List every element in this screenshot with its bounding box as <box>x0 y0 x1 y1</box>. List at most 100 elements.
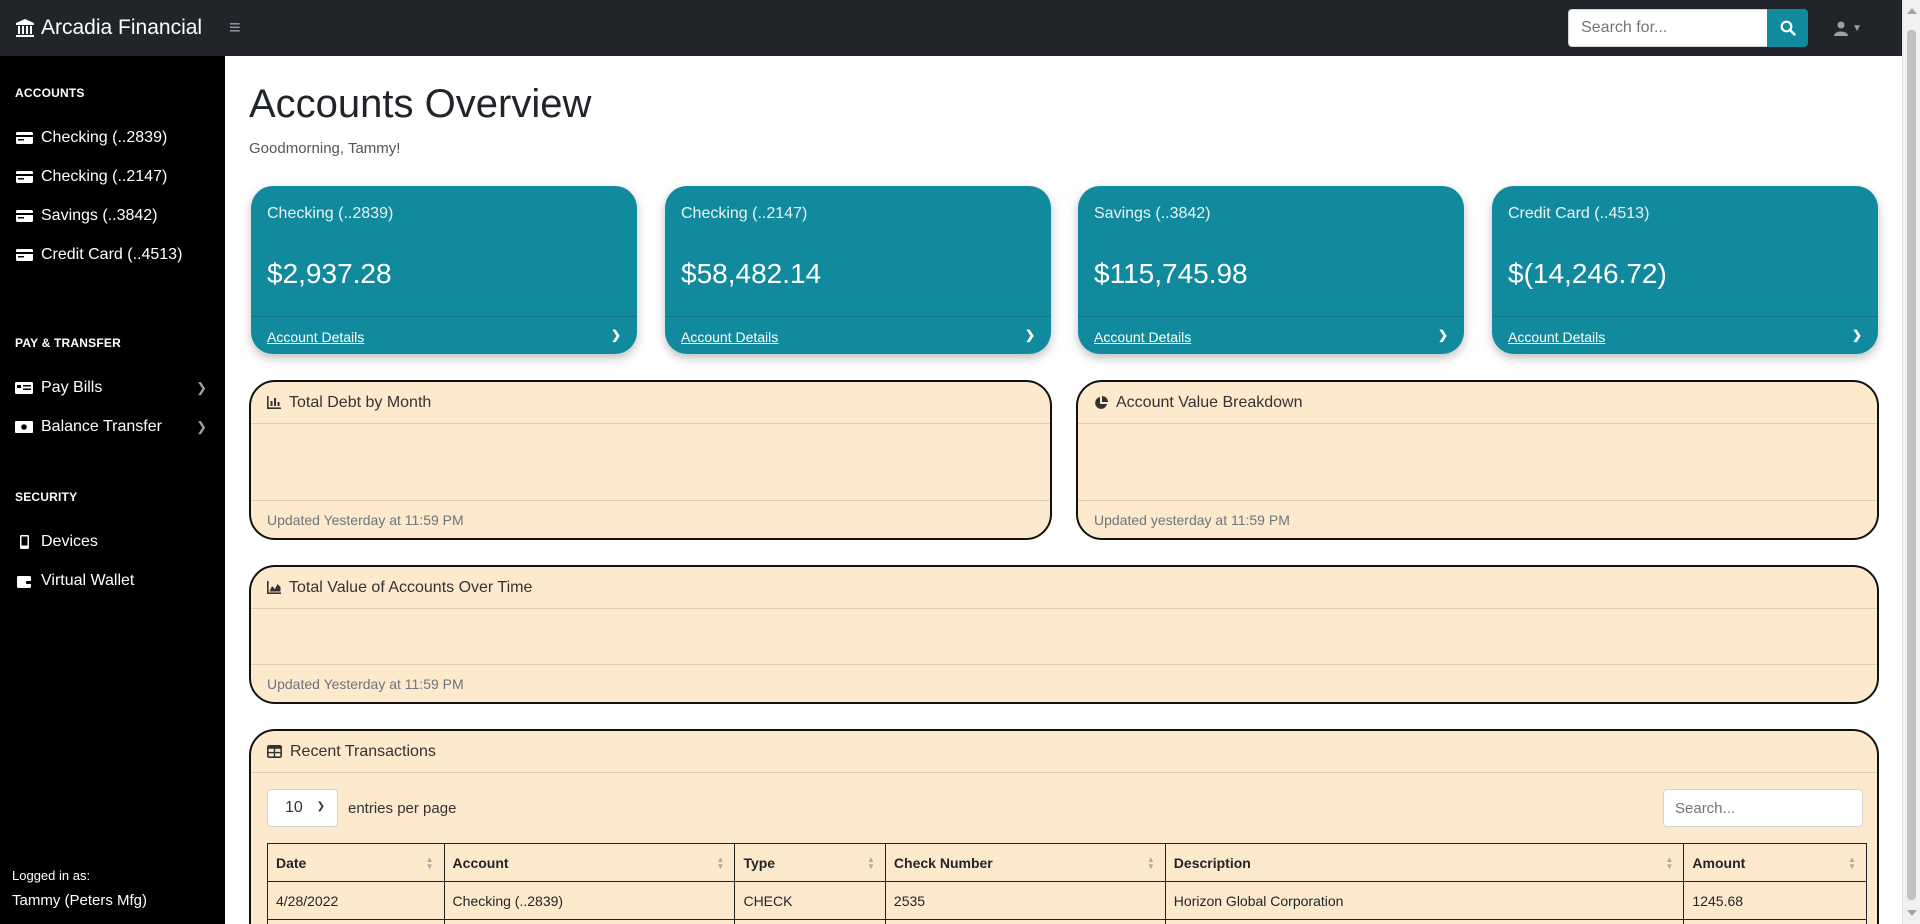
sidebar-heading-pay-transfer: PAY & TRANSFER <box>15 336 121 350</box>
entries-per-page: 10 ❯ entries per page <box>267 789 456 827</box>
panel-header: Account Value Breakdown <box>1078 382 1877 424</box>
account-card-balance: $58,482.14 <box>681 258 822 289</box>
column-header-type[interactable]: Type ▲ ▼ <box>734 843 886 882</box>
card-icon <box>15 249 33 261</box>
sidebar-item-label: Checking (..2147) <box>41 168 168 185</box>
cell-date: 4/28/2022 <box>267 881 445 920</box>
menu-toggle-icon[interactable]: ≡ <box>229 17 241 40</box>
chevron-down-icon: ▼ <box>1852 22 1862 34</box>
account-card-footer: Account Details ❯ <box>1078 316 1464 354</box>
account-card-savings-3842: Savings (..3842) $115,745.98 Account Det… <box>1078 186 1464 354</box>
chevron-right-icon: ❯ <box>196 419 207 434</box>
chevron-right-icon: ❯ <box>196 380 207 395</box>
chevron-right-icon[interactable]: ❯ <box>1025 328 1035 342</box>
cell-type: CHECK <box>734 881 886 920</box>
sidebar-heading-security: SECURITY <box>15 490 78 504</box>
account-value-breakdown-panel: Account Value Breakdown Updated yesterda… <box>1076 380 1879 540</box>
column-header-amount[interactable]: Amount ▲ ▼ <box>1683 843 1867 882</box>
account-details-link[interactable]: Account Details <box>1094 329 1191 345</box>
table-search-input[interactable] <box>1663 789 1863 827</box>
panel-updated: Updated Yesterday at 11:59 PM <box>251 664 1877 702</box>
table-row[interactable]: 4/28/2022 Checking (..2839) CHECK 2535 H… <box>267 881 1867 920</box>
cell-description: Horizon Global Corporation <box>1164 881 1685 920</box>
area-chart-icon <box>267 581 281 594</box>
chevron-right-icon[interactable]: ❯ <box>1438 328 1448 342</box>
sidebar-item-label: Credit Card (..4513) <box>41 246 183 263</box>
column-header-check-number[interactable]: Check Number ▲ ▼ <box>884 843 1166 882</box>
sidebar-item-label: Pay Bills <box>41 379 103 396</box>
column-header-date[interactable]: Date ▲ ▼ <box>267 843 445 882</box>
search-button[interactable] <box>1767 9 1809 47</box>
account-card-balance: $(14,246.72) <box>1508 258 1667 289</box>
account-card-balance: $115,745.98 <box>1094 258 1248 289</box>
scroll-down-icon[interactable] <box>1907 910 1917 916</box>
recent-transactions-panel: Recent Transactions 10 ❯ entries per pag… <box>249 729 1879 924</box>
greeting: Goodmorning, Tammy! <box>249 140 401 157</box>
sort-icon: ▲ ▼ <box>716 855 725 871</box>
account-details-link[interactable]: Account Details <box>681 329 778 345</box>
sidebar-item-label: Balance Transfer <box>41 418 162 435</box>
account-details-link[interactable]: Account Details <box>267 329 364 345</box>
sidebar-item-pay-bills[interactable]: Pay Bills ❯ <box>0 370 225 406</box>
account-card-name: Credit Card (..4513) <box>1508 205 1650 222</box>
cell-account: Checking (..2839) <box>443 881 736 920</box>
value-over-time-panel: Total Value of Accounts Over Time Update… <box>249 565 1879 704</box>
column-header-account[interactable]: Account ▲ ▼ <box>443 843 736 882</box>
sort-icon: ▲ ▼ <box>867 855 875 871</box>
top-navbar: Arcadia Financial ≡ ▼ <box>0 0 1902 56</box>
account-card-footer: Account Details ❯ <box>665 316 1051 354</box>
chevron-right-icon[interactable]: ❯ <box>611 328 621 342</box>
account-card-name: Checking (..2839) <box>267 205 394 222</box>
page-scrollbar[interactable] <box>1902 0 1920 924</box>
scroll-up-icon[interactable] <box>1907 8 1917 14</box>
sidebar-item-virtual-wallet[interactable]: Virtual Wallet <box>0 563 225 599</box>
sidebar-item-label: Checking (..2839) <box>41 129 168 146</box>
cell-check-number: 2535 <box>884 881 1166 920</box>
chevron-right-icon[interactable]: ❯ <box>1852 328 1862 342</box>
brand[interactable]: Arcadia Financial <box>0 0 225 56</box>
account-card-credit-card-4513: Credit Card (..4513) $(14,246.72) Accoun… <box>1492 186 1878 354</box>
bill-icon <box>15 382 33 394</box>
sidebar-item-checking-2839[interactable]: Checking (..2839) <box>0 120 225 156</box>
wallet-icon <box>15 575 33 588</box>
mobile-icon <box>15 535 33 549</box>
sort-icon: ▲ ▼ <box>1665 855 1674 871</box>
account-card-checking-2839: Checking (..2839) $2,937.28 Account Deta… <box>251 186 637 354</box>
sidebar-heading-accounts: ACCOUNTS <box>15 86 85 100</box>
panel-title: Recent Transactions <box>290 742 436 760</box>
entries-select[interactable]: 10 ❯ <box>267 789 338 827</box>
sidebar-item-label: Virtual Wallet <box>41 572 135 589</box>
money-icon <box>15 421 33 433</box>
entries-value: 10 <box>285 799 303 816</box>
account-card-checking-2147: Checking (..2147) $58,482.14 Account Det… <box>665 186 1051 354</box>
panel-header: Total Value of Accounts Over Time <box>251 567 1877 609</box>
card-icon <box>15 210 33 222</box>
panel-updated: Updated yesterday at 11:59 PM <box>1078 500 1877 538</box>
sidebar-item-balance-transfer[interactable]: Balance Transfer ❯ <box>0 409 225 445</box>
sidebar-item-checking-2147[interactable]: Checking (..2147) <box>0 159 225 195</box>
column-header-description[interactable]: Description ▲ ▼ <box>1164 843 1685 882</box>
sidebar-item-devices[interactable]: Devices <box>0 524 225 560</box>
scrollbar-thumb[interactable] <box>1907 30 1916 900</box>
debt-by-month-panel: Total Debt by Month Updated Yesterday at… <box>249 380 1052 540</box>
table-row[interactable] <box>267 919 1867 924</box>
transactions-table: Date ▲ ▼ Account ▲ ▼ Type ▲ ▼ Check Number ▲ ▼ D… <box>267 843 1867 924</box>
user-menu[interactable]: ▼ <box>1834 21 1862 36</box>
sidebar-item-credit-card-4513[interactable]: Credit Card (..4513) <box>0 237 225 273</box>
card-icon <box>15 171 33 183</box>
sidebar-item-savings-3842[interactable]: Savings (..3842) <box>0 198 225 234</box>
search-icon <box>1780 20 1796 36</box>
sidebar-item-label: Devices <box>41 533 98 550</box>
panel-header: Recent Transactions <box>251 731 1877 773</box>
card-icon <box>15 132 33 144</box>
entries-label: entries per page <box>348 799 457 817</box>
account-card-footer: Account Details ❯ <box>1492 316 1878 354</box>
account-details-link[interactable]: Account Details <box>1508 329 1605 345</box>
sort-icon: ▲ ▼ <box>425 855 434 871</box>
account-card-name: Checking (..2147) <box>681 205 808 222</box>
chevron-down-icon: ❯ <box>316 801 325 812</box>
search-input[interactable] <box>1568 9 1768 47</box>
sidebar: ACCOUNTS Checking (..2839) Checking (..2… <box>0 56 225 924</box>
panel-updated: Updated Yesterday at 11:59 PM <box>251 500 1050 538</box>
logged-in-label: Logged in as: <box>12 868 91 883</box>
